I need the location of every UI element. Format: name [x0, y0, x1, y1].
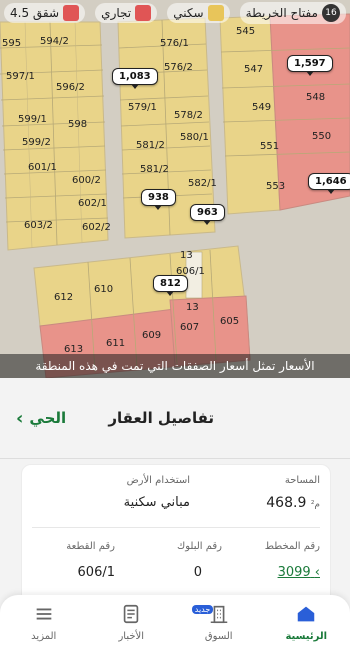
svg-text:548: 548: [306, 92, 325, 103]
price-tag[interactable]: 1,597: [287, 55, 333, 76]
nav-news-label: الأخبار: [118, 631, 145, 642]
land-use-value: مباني سكنية: [123, 495, 190, 510]
svg-text:601/1: 601/1: [28, 162, 57, 173]
svg-text:547: 547: [244, 64, 263, 75]
area-unit: م²: [310, 500, 320, 510]
svg-text:609: 609: [142, 330, 161, 341]
svg-text:599/2: 599/2: [22, 137, 51, 148]
screen: 595 594/2 597/1 596/2 599/1 598 599/2 60…: [0, 0, 350, 669]
commercial-swatch: [135, 5, 152, 21]
svg-text:598: 598: [68, 119, 87, 130]
nav-more[interactable]: المزيد: [9, 603, 79, 642]
scheme-label: رقم المخطط: [264, 541, 320, 552]
map-legend: شقق 4.5 تجاري سكني مفتاح الخريطة 16: [0, 0, 350, 26]
svg-text:576/2: 576/2: [164, 62, 193, 73]
nav-more-label: المزيد: [31, 631, 57, 642]
scheme-value: 3099: [277, 565, 311, 580]
svg-text:550: 550: [312, 131, 331, 142]
svg-text:605: 605: [220, 316, 239, 327]
plot-label: رقم القطعة: [66, 541, 115, 552]
sheet-title: تفاصيل العقار: [108, 409, 214, 427]
block-value: 0: [193, 565, 202, 580]
nav-home-label: الرئيسية: [285, 631, 328, 642]
card-divider: [32, 527, 320, 528]
price-tag[interactable]: 963: [190, 204, 225, 225]
chevron-left-icon: ‹: [314, 565, 320, 580]
chevron-left-icon: ‹: [16, 407, 24, 429]
map-key-label: مفتاح الخريطة: [245, 6, 318, 20]
back-button[interactable]: ‹ الحي: [16, 408, 66, 429]
area-number: 468.9: [266, 495, 307, 511]
svg-text:603/2: 603/2: [24, 220, 53, 231]
back-label: الحي: [29, 409, 67, 427]
new-badge: جديد: [191, 605, 214, 614]
svg-text:611: 611: [106, 338, 125, 349]
svg-text:549: 549: [252, 102, 271, 113]
svg-text:580/1: 580/1: [180, 132, 209, 143]
apartments-swatch: [63, 5, 80, 21]
details-card: المساحة 468.9 م² استخدام الأرض مباني سكن…: [21, 464, 331, 614]
nav-news[interactable]: الأخبار: [96, 603, 166, 642]
svg-text:594/2: 594/2: [40, 36, 69, 47]
divider: [0, 458, 350, 459]
price-tag[interactable]: 812: [153, 275, 188, 296]
map[interactable]: 595 594/2 597/1 596/2 599/1 598 599/2 60…: [0, 0, 350, 378]
bottom-nav: المزيد الأخبار جديد السوق الرئيسية: [0, 595, 350, 669]
svg-text:597/1: 597/1: [6, 71, 35, 82]
svg-text:13: 13: [186, 302, 199, 313]
map-key-button[interactable]: مفتاح الخريطة 16: [239, 2, 346, 24]
svg-text:582/1: 582/1: [188, 178, 217, 189]
svg-text:595: 595: [2, 38, 21, 49]
svg-text:602/1: 602/1: [78, 198, 107, 209]
legend-residential: سكني: [167, 3, 230, 23]
menu-icon: [36, 608, 52, 620]
svg-text:581/2: 581/2: [136, 140, 165, 151]
sheet-header: ‹ الحي تفاصيل العقار: [0, 378, 350, 458]
land-use-label: استخدام الأرض: [126, 475, 190, 486]
svg-text:600/2: 600/2: [72, 175, 101, 186]
nav-market-label: السوق: [204, 631, 233, 642]
svg-text:578/2: 578/2: [174, 110, 203, 121]
scheme-link[interactable]: 3099 ‹: [278, 565, 320, 580]
residential-swatch: [207, 5, 224, 21]
svg-text:579/1: 579/1: [128, 102, 157, 113]
legend-commercial: تجاري: [95, 3, 158, 23]
svg-text:612: 612: [54, 292, 73, 303]
area-value: 468.9 م²: [266, 495, 320, 511]
legend-commercial-label: تجاري: [101, 6, 132, 20]
price-tag[interactable]: 1,646: [308, 173, 350, 194]
svg-text:576/1: 576/1: [160, 38, 189, 49]
block-label: رقم البلوك: [176, 541, 222, 552]
area-label: المساحة: [284, 475, 320, 486]
svg-text:607: 607: [180, 322, 199, 333]
home-icon: [298, 606, 315, 622]
svg-text:596/2: 596/2: [56, 82, 85, 93]
svg-text:553: 553: [266, 181, 285, 192]
legend-apartments-label: شقق 4.5: [10, 6, 60, 20]
svg-text:602/2: 602/2: [82, 222, 111, 233]
svg-text:13: 13: [180, 250, 193, 261]
news-icon: [124, 604, 139, 624]
map-key-count: 16: [321, 4, 340, 22]
price-tag[interactable]: 1,083: [112, 68, 158, 89]
block-left: [0, 21, 109, 251]
svg-text:599/1: 599/1: [18, 114, 47, 125]
plot-value: 606/1: [77, 565, 115, 580]
nav-market[interactable]: جديد السوق: [184, 603, 254, 642]
price-tag[interactable]: 938: [141, 189, 176, 210]
svg-text:545: 545: [236, 26, 255, 37]
svg-text:610: 610: [94, 284, 113, 295]
svg-text:551: 551: [260, 141, 279, 152]
map-note: الأسعار تمثل أسعار الصفقات التي تمت في ه…: [0, 354, 350, 378]
legend-apartments: شقق 4.5: [4, 3, 86, 23]
svg-text:581/2: 581/2: [140, 164, 169, 175]
nav-home[interactable]: الرئيسية: [271, 603, 341, 642]
legend-residential-label: سكني: [173, 6, 204, 20]
